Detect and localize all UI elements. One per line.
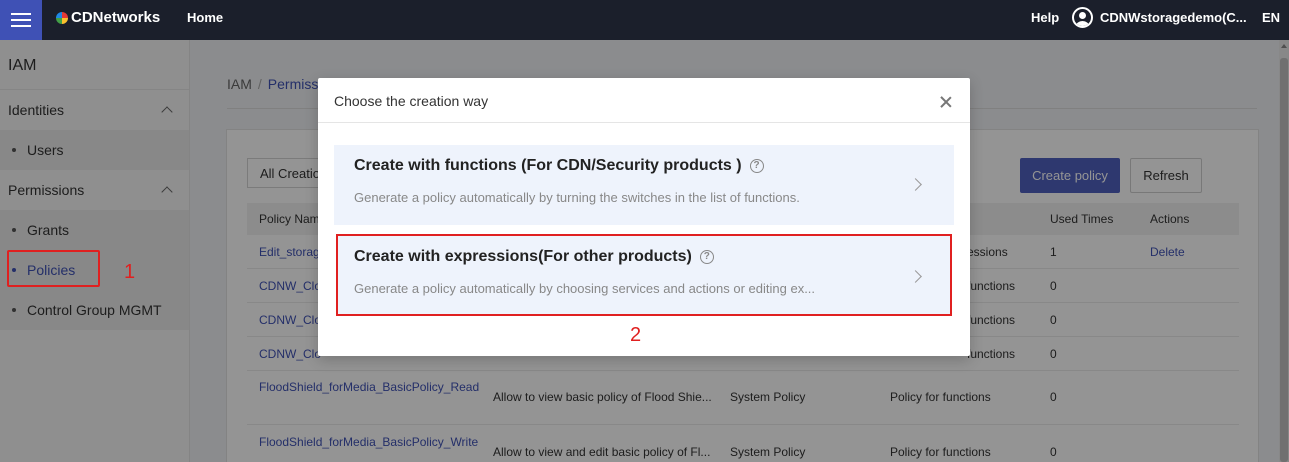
- user-avatar-icon: [1072, 7, 1093, 28]
- creation-way-dialog: Choose the creation way Create with func…: [318, 78, 970, 356]
- help-circle-icon[interactable]: ?: [749, 159, 764, 173]
- annotation-step-1: 1: [124, 261, 136, 283]
- user-name: CDNWstoragedemo(C...: [1100, 10, 1247, 25]
- option-title-text: Create with functions (For CDN/Security …: [354, 157, 742, 174]
- annotation-highlight-policies: [7, 250, 100, 287]
- home-link[interactable]: Home: [187, 10, 223, 25]
- chevron-right-icon: [909, 178, 922, 191]
- brand-name: CDNetworks: [71, 9, 161, 26]
- dialog-divider: [318, 122, 970, 123]
- option-create-with-functions[interactable]: Create with functions (For CDN/Security …: [334, 145, 954, 225]
- menu-icon[interactable]: [0, 0, 42, 40]
- top-navigation-bar: CDNetworks Home Help CDNWstoragedemo(C..…: [0, 0, 1289, 40]
- dialog-title: Choose the creation way: [334, 93, 489, 109]
- brand-logo-icon: [56, 11, 68, 24]
- option-description: Generate a policy automatically by choos…: [354, 281, 816, 296]
- help-link[interactable]: Help: [1031, 10, 1059, 25]
- user-menu[interactable]: CDNWstoragedemo(C...: [1072, 7, 1247, 28]
- annotation-step-2: 2: [630, 324, 642, 346]
- close-icon[interactable]: [938, 95, 954, 111]
- option-title-text: Create with expressions(For other produc…: [354, 248, 692, 265]
- chevron-right-icon: [909, 270, 922, 283]
- option-title: Create with expressions(For other produc…: [354, 248, 714, 266]
- option-description: Generate a policy automatically by turni…: [354, 190, 800, 205]
- language-switch[interactable]: EN: [1262, 10, 1280, 25]
- option-title: Create with functions (For CDN/Security …: [354, 157, 764, 175]
- brand-logo[interactable]: CDNetworks: [56, 9, 160, 26]
- option-create-with-expressions[interactable]: Create with expressions(For other produc…: [336, 234, 952, 316]
- help-circle-icon[interactable]: ?: [699, 250, 714, 264]
